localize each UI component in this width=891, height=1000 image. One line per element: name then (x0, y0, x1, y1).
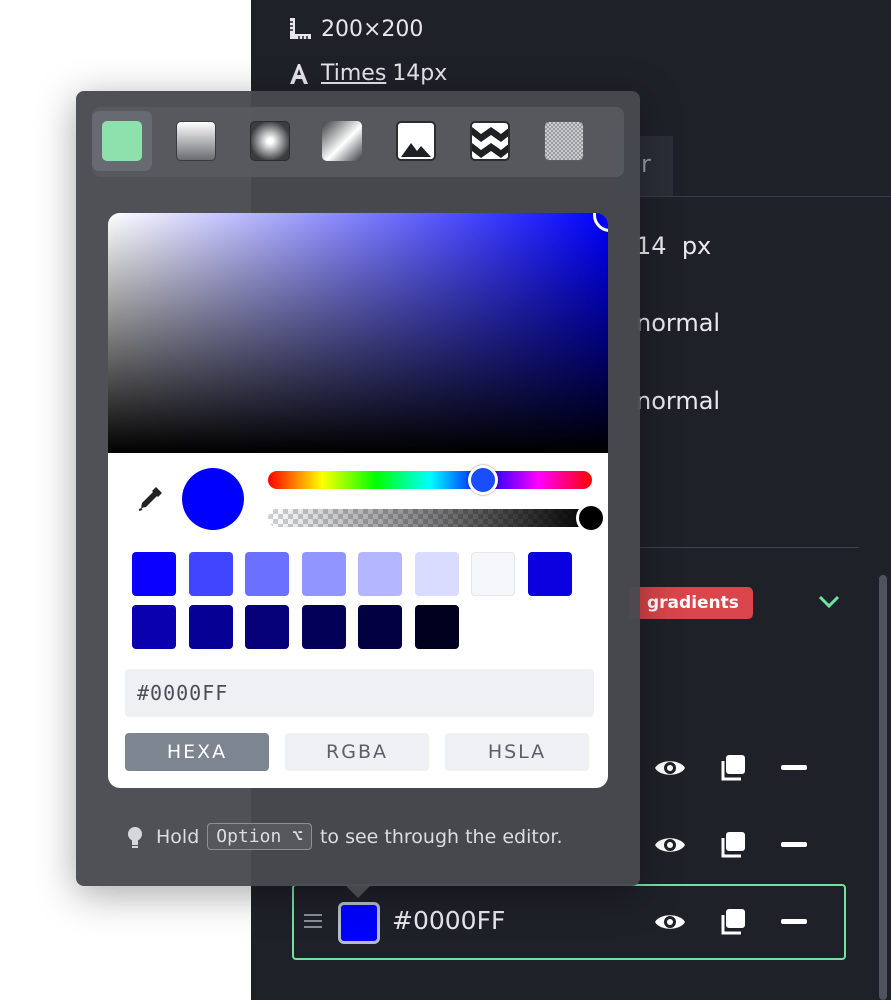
eye-icon[interactable] (654, 906, 686, 938)
color-swatch[interactable] (301, 605, 346, 649)
linear-gradient-icon (176, 121, 216, 161)
eye-icon[interactable] (654, 752, 686, 784)
layer-row-actions (654, 752, 810, 784)
duplicate-icon[interactable] (716, 829, 748, 861)
font-size-number: 14 (636, 232, 667, 260)
color-picker-popover: HEXA RGBA HSLA Hold Option ⌥ to see thro… (76, 91, 640, 898)
eyedropper-icon[interactable] (136, 485, 164, 517)
duplicate-icon[interactable] (716, 752, 748, 784)
color-swatch[interactable] (188, 552, 233, 596)
color-swatch[interactable] (414, 552, 459, 596)
layer-color-swatch[interactable] (338, 902, 380, 944)
panel-tab-label: r (641, 150, 651, 178)
saturation-value-area[interactable] (108, 213, 608, 453)
radial-gradient-icon (250, 121, 290, 161)
layer-hex-value: #0000FF (392, 906, 506, 935)
color-swatch[interactable] (358, 605, 402, 649)
alpha-handle[interactable] (576, 503, 606, 533)
conic-gradient-icon (322, 121, 362, 161)
fill-type-conic-button[interactable] (312, 111, 372, 171)
current-color-preview (182, 468, 244, 530)
gradients-tag[interactable]: gradients (629, 587, 753, 619)
pattern-icon (470, 121, 510, 161)
color-swatch[interactable] (245, 552, 289, 596)
color-swatch[interactable] (132, 552, 176, 596)
font-row: Times 14px (287, 61, 447, 86)
font-size-value: 14 px (636, 232, 711, 260)
font-weight-value: normal (636, 309, 721, 337)
hint-text: Hold Option ⌥ to see through the editor. (126, 823, 563, 850)
solid-fill-icon (102, 121, 142, 161)
lightbulb-icon (126, 826, 144, 848)
option-key: Option ⌥ (207, 823, 312, 850)
dimensions-row: 200×200 (287, 16, 423, 42)
font-style-value: normal (636, 387, 721, 415)
drag-handle-icon[interactable] (304, 914, 322, 932)
fill-type-bar (92, 107, 624, 177)
alpha-slider[interactable] (268, 503, 606, 533)
color-swatch[interactable] (245, 605, 289, 649)
color-swatch[interactable] (527, 552, 572, 596)
image-icon (396, 121, 436, 161)
layer-row-actions (654, 829, 810, 861)
hue-handle[interactable] (468, 465, 498, 495)
color-picker-card: HEXA RGBA HSLA (108, 213, 608, 788)
hint-prefix: Hold (156, 825, 200, 848)
duplicate-icon[interactable] (716, 906, 748, 938)
remove-icon[interactable] (778, 829, 810, 861)
font-size-text: 14px (392, 61, 448, 86)
fill-type-pattern-button[interactable] (460, 111, 520, 171)
popover-arrow (346, 886, 370, 898)
fill-type-image-button[interactable] (386, 111, 446, 171)
remove-icon[interactable] (778, 906, 810, 938)
fill-type-linear-button[interactable] (166, 111, 226, 171)
fill-type-radial-button[interactable] (240, 111, 300, 171)
eye-icon[interactable] (654, 829, 686, 861)
font-family-link[interactable]: Times (321, 61, 386, 86)
color-swatch[interactable] (471, 552, 515, 596)
scrollbar[interactable] (879, 575, 887, 1000)
color-swatch[interactable] (188, 605, 233, 649)
mode-rgba-button[interactable]: RGBA (285, 733, 429, 771)
ruler-icon (287, 16, 315, 42)
mode-hsla-button[interactable]: HSLA (445, 733, 589, 771)
hue-slider[interactable] (268, 465, 592, 495)
fill-type-noise-button[interactable] (534, 111, 594, 171)
fill-type-solid-button[interactable] (92, 111, 152, 171)
mode-hexa-button[interactable]: HEXA (125, 733, 269, 771)
chevron-down-icon[interactable] (817, 590, 841, 618)
noise-icon (544, 121, 584, 161)
active-layer-row[interactable]: #0000FF (292, 884, 846, 960)
remove-icon[interactable] (778, 752, 810, 784)
color-swatch[interactable] (301, 552, 346, 596)
color-swatch[interactable] (132, 605, 176, 649)
hex-input[interactable] (125, 669, 594, 717)
color-swatch[interactable] (358, 552, 402, 596)
dimensions-text: 200×200 (321, 16, 424, 42)
font-icon (287, 62, 315, 86)
layer-row-actions (654, 906, 810, 938)
hint-suffix: to see through the editor. (319, 825, 563, 848)
font-size-unit: px (681, 232, 712, 260)
color-swatch[interactable] (414, 605, 459, 649)
